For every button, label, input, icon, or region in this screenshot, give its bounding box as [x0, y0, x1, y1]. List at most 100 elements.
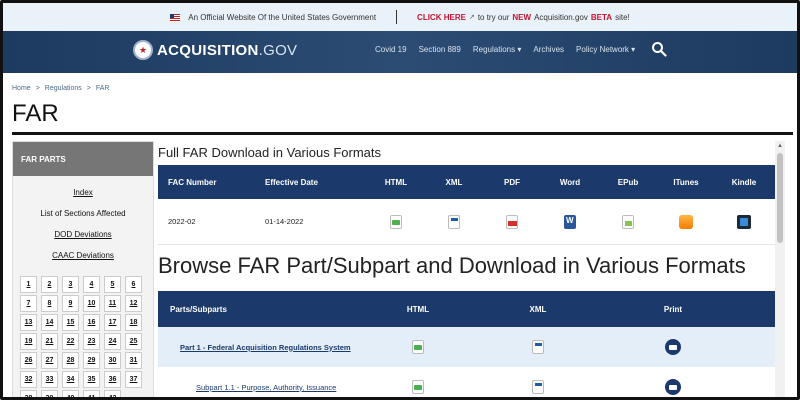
browser-frame: An Official Website Of the United States… — [0, 0, 800, 400]
part-number-button[interactable]: 1 — [20, 276, 37, 293]
part-number-button[interactable]: 33 — [41, 371, 58, 388]
seal-icon: ★ — [133, 40, 153, 60]
part-number-button[interactable]: 15 — [62, 314, 79, 331]
part-number-button[interactable]: 18 — [125, 314, 142, 331]
col-parts-subparts: Parts/Subparts — [170, 304, 227, 314]
part-number-button[interactable]: 36 — [104, 371, 121, 388]
click-here-link[interactable]: CLICK HERE — [417, 13, 466, 22]
breadcrumb-separator: > — [86, 85, 91, 92]
main-scrollbar[interactable]: ▲ — [775, 141, 785, 397]
part-number-button[interactable]: 31 — [125, 352, 142, 369]
browse-table-header: Parts/Subparts HTML XML Print — [158, 291, 775, 327]
part-number-button[interactable]: 32 — [20, 371, 37, 388]
part-number-button[interactable]: 10 — [83, 295, 100, 312]
part-number-button[interactable]: 22 — [62, 333, 79, 350]
subpart-1-1-link[interactable]: Subpart 1.1 - Purpose, Authority, Issuan… — [170, 383, 336, 392]
part-number-button[interactable]: 28 — [62, 352, 79, 369]
breadcrumb-far[interactable]: FAR — [96, 85, 110, 92]
html-download-icon[interactable] — [412, 380, 424, 394]
banner-divider — [396, 10, 398, 24]
official-site-text: An Official Website Of the United States… — [188, 12, 377, 22]
nav-policy-network[interactable]: Policy Network ▾ — [576, 45, 635, 54]
external-link-icon: ↗ — [468, 14, 475, 21]
table-row: 2022-02 01-14-2022 — [158, 199, 775, 245]
search-icon[interactable] — [651, 41, 667, 57]
col-xml: XML — [529, 304, 547, 314]
part-number-button[interactable]: 2 — [41, 276, 58, 293]
download-table-header: FAC Number Effective Date HTML XML PDF W… — [158, 165, 775, 199]
nav-covid19[interactable]: Covid 19 — [375, 45, 407, 54]
part-number-button[interactable]: 16 — [83, 314, 100, 331]
part-number-button[interactable]: 26 — [20, 352, 37, 369]
part-number-button[interactable]: 27 — [41, 352, 58, 369]
part-number-button[interactable]: 12 — [125, 295, 142, 312]
part-number-button[interactable]: 4 — [83, 276, 100, 293]
part-number-button[interactable]: 30 — [104, 352, 121, 369]
part-number-button[interactable]: 35 — [83, 371, 100, 388]
part-number-button[interactable]: 5 — [104, 276, 121, 293]
sidebar-link-sections-affected[interactable]: List of Sections Affected — [40, 209, 125, 218]
site-logo[interactable]: ★ ACQUISITION.GOV — [133, 40, 297, 60]
download-section-title: Full FAR Download in Various Formats — [158, 145, 382, 160]
part-number-button[interactable]: 19 — [20, 333, 37, 350]
scrollbar-thumb[interactable] — [777, 153, 783, 243]
breadcrumb-regulations[interactable]: Regulations — [45, 85, 82, 92]
try-text: to try our — [477, 12, 510, 22]
breadcrumb: Home > Regulations > FAR — [12, 85, 109, 92]
part-number-button[interactable]: 9 — [62, 295, 79, 312]
part-number-button[interactable]: 8 — [41, 295, 58, 312]
part-number-button[interactable]: 25 — [125, 333, 142, 350]
part-number-button[interactable]: 24 — [104, 333, 121, 350]
xml-download-icon[interactable] — [448, 214, 460, 229]
breadcrumb-home[interactable]: Home — [12, 85, 31, 92]
scroll-up-arrow-icon[interactable]: ▲ — [777, 143, 783, 149]
xml-download-icon[interactable] — [532, 380, 544, 394]
nav-archives[interactable]: Archives — [533, 45, 564, 54]
part-number-button[interactable]: 39 — [41, 390, 58, 397]
us-flag-icon — [170, 13, 181, 21]
html-download-icon[interactable] — [390, 214, 402, 229]
part-number-button[interactable]: 42 — [104, 390, 121, 397]
sidebar-link-index[interactable]: Index — [73, 188, 93, 197]
table-row: Part 1 - Federal Acquisition Regulations… — [158, 327, 775, 367]
epub-download-icon[interactable] — [622, 214, 634, 229]
part-number-button[interactable]: 41 — [83, 390, 100, 397]
part-number-button[interactable]: 14 — [41, 314, 58, 331]
title-divider — [12, 132, 793, 135]
part-number-button[interactable]: 23 — [83, 333, 100, 350]
part-number-button[interactable]: 34 — [62, 371, 79, 388]
part-number-button[interactable]: 6 — [125, 276, 142, 293]
xml-download-icon[interactable] — [532, 340, 544, 354]
print-icon[interactable] — [665, 339, 681, 355]
sidebar-link-dod-deviations[interactable]: DOD Deviations — [54, 230, 111, 239]
print-icon[interactable] — [665, 379, 681, 395]
new-label: NEW — [512, 12, 532, 22]
part-number-button[interactable]: 21 — [41, 333, 58, 350]
part-number-button[interactable]: 11 — [104, 295, 121, 312]
part-number-button[interactable]: 3 — [62, 276, 79, 293]
nav-section-889[interactable]: Section 889 — [419, 45, 461, 54]
html-download-icon[interactable] — [412, 340, 424, 354]
nav-regulations[interactable]: Regulations ▾ — [473, 45, 522, 54]
col-kindle: Kindle — [731, 177, 757, 187]
word-download-icon[interactable] — [564, 214, 576, 229]
part-number-button[interactable]: 7 — [20, 295, 37, 312]
kindle-download-icon[interactable] — [737, 214, 751, 229]
part-number-button[interactable]: 13 — [20, 314, 37, 331]
part-number-button[interactable]: 38 — [20, 390, 37, 397]
col-html: HTML — [406, 304, 430, 314]
pdf-download-icon[interactable] — [506, 214, 518, 229]
beta-notice: CLICK HERE ↗ to try our NEW Acquisition.… — [417, 13, 630, 22]
part-number-button[interactable]: 37 — [125, 371, 142, 388]
itunes-download-icon[interactable] — [679, 214, 693, 229]
col-effective-date: Effective Date — [265, 177, 318, 187]
part-1-link[interactable]: Part 1 - Federal Acquisition Regulations… — [170, 343, 351, 352]
page-title: FAR — [12, 100, 59, 127]
main-nav: Covid 19 Section 889 Regulations ▾ Archi… — [375, 45, 635, 54]
sidebar-link-caac-deviations[interactable]: CAAC Deviations — [52, 251, 114, 260]
part-number-button[interactable]: 40 — [62, 390, 79, 397]
sidebar-heading: FAR PARTS — [13, 142, 153, 176]
part-number-button[interactable]: 17 — [104, 314, 121, 331]
part-number-button[interactable]: 29 — [83, 352, 100, 369]
site-header: ★ ACQUISITION.GOV Covid 19 Section 889 R… — [3, 31, 797, 73]
